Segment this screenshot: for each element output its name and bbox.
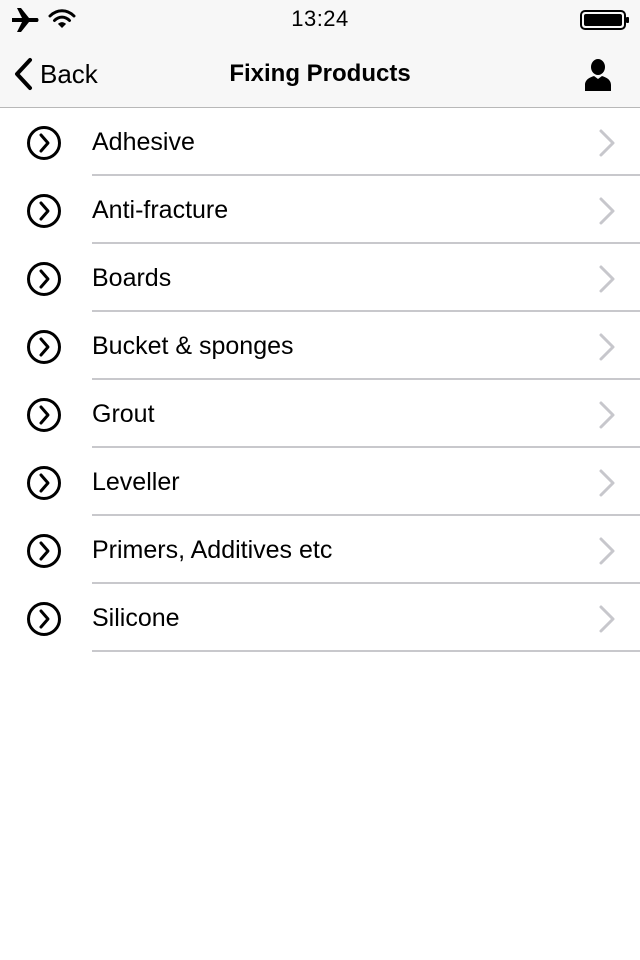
list-item-label: Primers, Additives etc: [92, 536, 333, 564]
list-item[interactable]: Boards: [0, 244, 640, 312]
chevron-right-icon: [599, 605, 615, 633]
list-item-label: Adhesive: [92, 128, 195, 156]
chevron-circle-right-icon: [27, 262, 61, 296]
navigation-bar: Back Fixing Products: [0, 40, 640, 108]
list-item-label: Grout: [92, 400, 155, 428]
list-item[interactable]: Grout: [0, 380, 640, 448]
status-time: 13:24: [291, 6, 349, 31]
divider: [92, 650, 640, 652]
chevron-circle-right-icon: [27, 398, 61, 432]
list-item-label: Anti-fracture: [92, 196, 229, 224]
list-item[interactable]: Anti-fracture: [0, 176, 640, 244]
list-item[interactable]: Primers, Additives etc: [0, 516, 640, 584]
category-list: Adhesive Anti-fracture Boards Bucket & s…: [0, 108, 640, 652]
header: 13:24 Back Fixing Products: [0, 0, 640, 108]
chevron-right-icon: [599, 333, 615, 361]
list-item-label: Leveller: [92, 468, 180, 496]
chevron-right-icon: [599, 265, 615, 293]
status-bar: 13:24: [0, 0, 640, 40]
chevron-circle-right-icon: [27, 602, 61, 636]
list-item-label: Boards: [92, 264, 172, 292]
chevron-circle-right-icon: [27, 466, 61, 500]
page-title: Fixing Products: [229, 60, 411, 87]
chevron-circle-right-icon: [27, 126, 61, 160]
list-item-label: Bucket & sponges: [92, 332, 294, 360]
list-item[interactable]: Bucket & sponges: [0, 312, 640, 380]
chevron-right-icon: [599, 401, 615, 429]
chevron-circle-right-icon: [27, 534, 61, 568]
chevron-right-icon: [599, 197, 615, 225]
chevron-circle-right-icon: [27, 330, 61, 364]
chevron-circle-right-icon: [27, 194, 61, 228]
chevron-right-icon: [599, 537, 615, 565]
list-item[interactable]: Adhesive: [0, 108, 640, 176]
person-icon[interactable]: [582, 58, 614, 92]
list-item[interactable]: Silicone: [0, 584, 640, 652]
chevron-right-icon: [599, 129, 615, 157]
chevron-right-icon: [599, 469, 615, 497]
list-item[interactable]: Leveller: [0, 448, 640, 516]
list-item-label: Silicone: [92, 604, 180, 632]
battery-icon: [580, 10, 629, 30]
